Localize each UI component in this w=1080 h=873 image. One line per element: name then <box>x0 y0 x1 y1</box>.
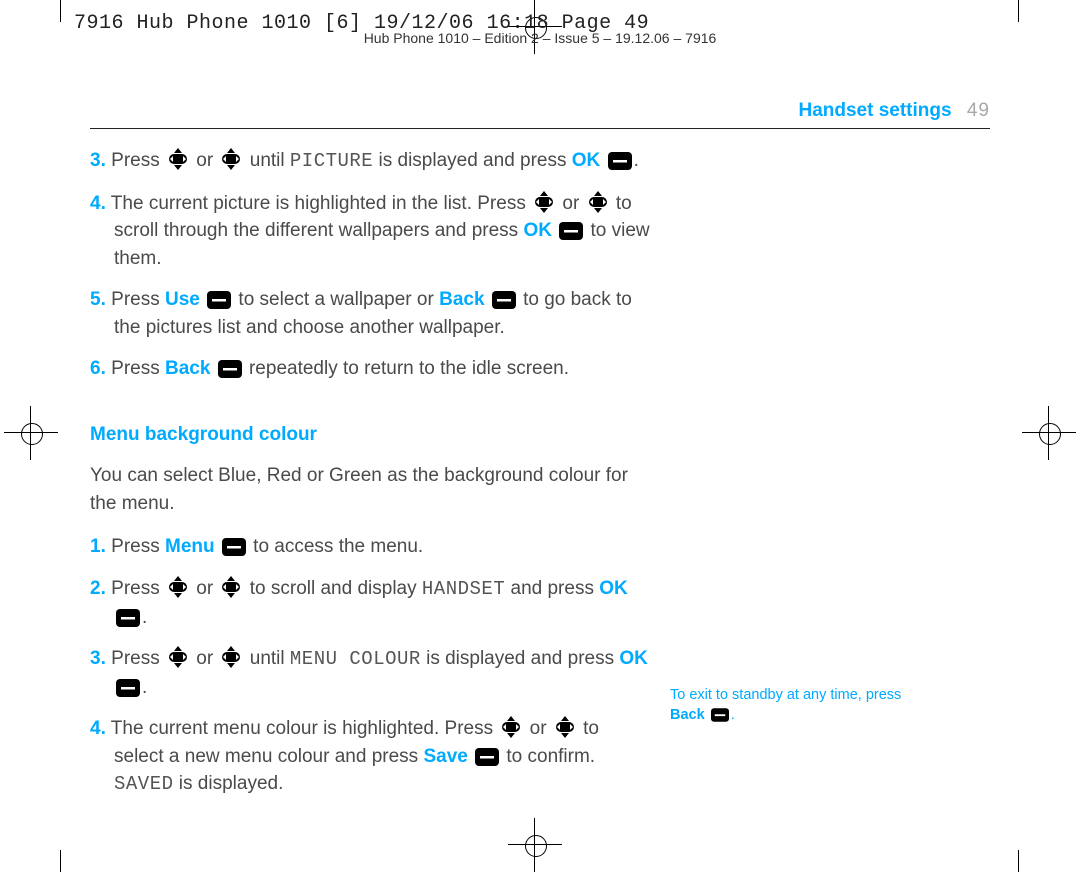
step-number: 4. <box>90 718 106 739</box>
display-text: SAVED <box>114 773 174 795</box>
menu-step-3: 3. Press or until MENU COLOUR is display… <box>90 645 650 701</box>
aside-back-label: Back <box>670 707 705 723</box>
step-number: 3. <box>90 648 106 669</box>
aside-line1: To exit to standby at any time, press <box>670 687 901 703</box>
step-3: 3. Press or until PICTURE is displayed a… <box>90 147 650 176</box>
menu-step-4: 4. The current menu colour is highlighte… <box>90 715 650 799</box>
navpad-icon <box>167 646 189 668</box>
back-label: Back <box>165 358 210 379</box>
menu-label: Menu <box>165 536 215 557</box>
navpad-icon <box>220 646 242 668</box>
step-number: 4. <box>90 193 106 214</box>
subsection-heading: Menu background colour <box>90 421 650 449</box>
page-content: Handset settings 49 3. Press or until PI… <box>90 100 990 813</box>
aside-tail: . <box>731 707 735 723</box>
step-6: 6. Press Back repeatedly to return to th… <box>90 355 650 383</box>
ok-label: OK <box>619 648 648 669</box>
header-rule <box>90 128 990 129</box>
navpad-icon <box>167 148 189 170</box>
navpad-icon <box>220 576 242 598</box>
back-label: Back <box>439 289 484 310</box>
step-number: 5. <box>90 289 106 310</box>
doc-footer: Hub Phone 1010 – Edition 2 – Issue 5 – 1… <box>0 30 1080 46</box>
save-label: Save <box>423 746 467 767</box>
navpad-icon <box>167 576 189 598</box>
ok-label: OK <box>523 220 552 241</box>
use-label: Use <box>165 289 200 310</box>
navpad-icon <box>500 716 522 738</box>
navpad-icon <box>220 148 242 170</box>
softkey-icon <box>116 609 140 627</box>
subsection-intro: You can select Blue, Red or Green as the… <box>90 462 650 517</box>
running-head: Handset settings 49 <box>90 100 990 122</box>
ok-label: OK <box>572 150 601 171</box>
step-number: 1. <box>90 536 106 557</box>
softkey-icon <box>475 748 499 766</box>
softkey-icon <box>711 707 729 723</box>
softkey-icon <box>492 291 516 309</box>
navpad-icon <box>587 191 609 213</box>
menu-step-1: 1. Press Menu to access the menu. <box>90 533 650 561</box>
display-text: PICTURE <box>290 150 373 172</box>
softkey-icon <box>218 360 242 378</box>
margin-note: To exit to standby at any time, press Ba… <box>670 685 980 726</box>
step-4: 4. The current picture is highlighted in… <box>90 190 650 273</box>
menu-step-2: 2. Press or to scroll and display HANDSE… <box>90 575 650 631</box>
navpad-icon <box>554 716 576 738</box>
softkey-icon <box>207 291 231 309</box>
body-column: 3. Press or until PICTURE is displayed a… <box>90 147 650 799</box>
step-number: 6. <box>90 358 106 379</box>
ok-label: OK <box>599 578 628 599</box>
softkey-icon <box>608 152 632 170</box>
softkey-icon <box>559 222 583 240</box>
page-number: 49 <box>967 100 990 121</box>
step-number: 2. <box>90 578 106 599</box>
display-text: HANDSET <box>422 578 505 600</box>
softkey-icon <box>116 679 140 697</box>
navpad-icon <box>533 191 555 213</box>
section-title: Handset settings <box>798 100 951 121</box>
step-number: 3. <box>90 150 106 171</box>
display-text: MENU COLOUR <box>290 648 421 670</box>
softkey-icon <box>222 538 246 556</box>
step-5: 5. Press Use to select a wallpaper or Ba… <box>90 286 650 341</box>
